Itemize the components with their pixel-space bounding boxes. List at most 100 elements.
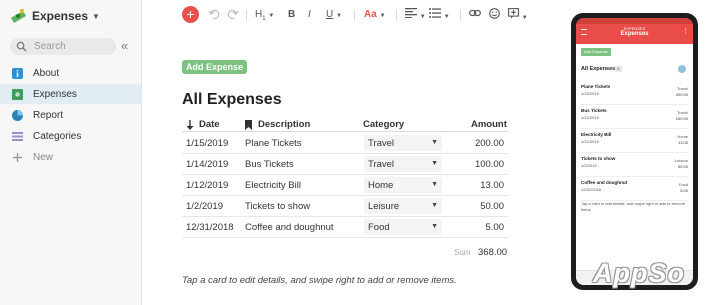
table-row[interactable]: 1/12/2019 Electricity Bill Home ▼ 13.00 (182, 174, 508, 196)
sidebar-item-label: New (33, 151, 54, 163)
category-value: Food (368, 222, 390, 233)
cell-description[interactable]: Coffee and doughnut (245, 222, 334, 233)
toolbar-divider (396, 10, 397, 21)
phone-add-expense-button[interactable]: Add Expense (581, 48, 611, 56)
count-badge: 5 (615, 66, 622, 72)
card-date: 1/2/2019 (581, 163, 597, 168)
caret-down-icon: ▼ (431, 181, 438, 188)
cell-date: 1/2/2019 (186, 201, 223, 212)
app-name: Expenses (32, 9, 89, 23)
cell-amount[interactable]: 50.00 (480, 201, 504, 212)
sidebar-item-categories[interactable]: Categories (0, 126, 141, 146)
collapse-sidebar-icon[interactable]: « (121, 39, 128, 53)
table-row[interactable]: 12/31/2018 Coffee and doughnut Food ▼ 5.0… (182, 216, 508, 238)
caret-down-icon: ▼ (431, 223, 438, 230)
cell-description[interactable]: Bus Tickets (245, 159, 294, 170)
add-row-button[interactable]: + (182, 6, 199, 23)
expense-card[interactable]: Bus Tickets 1/14/2019 Travel 100.00 (581, 105, 688, 129)
column-header-label: Date (199, 119, 220, 130)
redo-icon[interactable] (227, 8, 239, 25)
phone-list-title: All Expenses (581, 66, 616, 72)
undo-icon[interactable] (208, 8, 220, 25)
table-row[interactable]: 1/14/2019 Bus Tickets Travel ▼ 100.00 (182, 153, 508, 175)
column-header-date[interactable]: Date (186, 119, 220, 130)
cell-amount[interactable]: 200.00 (475, 138, 504, 149)
heading-dropdown[interactable]: H1 ▼ (255, 8, 274, 26)
info-icon (12, 67, 23, 79)
cell-description[interactable]: Plane Tickets (245, 138, 302, 149)
chevron-down-icon: ▼ (419, 14, 426, 20)
underline-label: U (326, 9, 334, 20)
table-row[interactable]: 1/15/2019 Plane Tickets Travel ▼ 200.00 (182, 132, 508, 154)
category-select[interactable]: Travel ▼ (364, 156, 442, 172)
expense-card[interactable]: Plane Tickets 1/15/2019 Travel 200.00 (581, 81, 688, 105)
align-dropdown[interactable]: ▼ (405, 8, 426, 24)
chevron-down-icon: ▼ (92, 11, 100, 21)
search-input[interactable]: Search (10, 38, 116, 55)
underline-button[interactable]: U ▼ (326, 8, 342, 23)
phone-status-bar (576, 18, 693, 24)
card-date: 12/31/2018 (581, 187, 602, 192)
column-header-description[interactable]: Description (245, 119, 310, 130)
card-date: 1/12/2019 (581, 139, 599, 144)
table-row[interactable]: 1/2/2019 Tickets to show Leisure ▼ 50.00 (182, 195, 508, 217)
align-left-icon (405, 8, 417, 18)
sidebar-item-about[interactable]: About (0, 63, 141, 83)
italic-button[interactable]: I (308, 8, 311, 22)
sum-value: 368.00 (478, 247, 508, 258)
cell-description[interactable]: Electricity Bill (245, 180, 301, 191)
add-expense-button[interactable]: Add Expense (182, 60, 247, 74)
card-description: Coffee and doughnut (581, 180, 628, 185)
card-category: Travel (677, 110, 688, 115)
caret-down-icon: ▼ (431, 139, 438, 146)
search-icon (16, 41, 27, 52)
card-description: Electricity Bill (581, 132, 612, 137)
sidebar-item-report[interactable]: Report (0, 105, 141, 125)
expense-card[interactable]: Tickets to show 1/2/2019 Leisure 50.00 (581, 153, 688, 177)
cell-amount[interactable]: 100.00 (475, 159, 504, 170)
card-amount: 200.00 (675, 92, 688, 97)
sidebar: Expenses ▼ Search « About Expenses Repor… (0, 0, 142, 305)
insert-dropdown[interactable]: ▼ (508, 8, 528, 25)
chevron-down-icon: ▼ (268, 13, 275, 19)
card-amount: 100.00 (675, 116, 688, 121)
add-icon[interactable] (678, 65, 686, 73)
category-select[interactable]: Food ▼ (364, 219, 442, 235)
list-dropdown[interactable]: ▼ (429, 8, 450, 24)
category-select[interactable]: Travel ▼ (364, 135, 442, 151)
font-style-dropdown[interactable]: Aa ▼ (364, 8, 386, 23)
list-icon (12, 131, 23, 141)
app-title-menu[interactable]: Expenses ▼ (10, 8, 100, 24)
category-select[interactable]: Home ▼ (364, 177, 442, 193)
bookmark-icon (245, 119, 252, 130)
money-icon (12, 88, 23, 100)
sidebar-item-new[interactable]: New (0, 147, 141, 167)
category-value: Travel (368, 138, 395, 149)
more-icon[interactable]: ⋮ (682, 27, 689, 35)
column-header-amount[interactable]: Amount (471, 119, 507, 130)
column-header-label: Amount (471, 119, 507, 130)
sidebar-item-label: Report (33, 109, 64, 121)
card-category: Food (678, 182, 688, 187)
card-date: 1/15/2019 (581, 91, 599, 96)
column-header-category[interactable]: Category (363, 119, 404, 130)
emoji-icon[interactable] (489, 8, 500, 24)
sidebar-item-label: About (33, 67, 60, 79)
cell-amount[interactable]: 5.00 (486, 222, 505, 233)
cell-amount[interactable]: 13.00 (480, 180, 504, 191)
chevron-down-icon: ▼ (521, 15, 528, 21)
category-value: Travel (368, 159, 395, 170)
toolbar-divider (460, 10, 461, 21)
expense-card[interactable]: Electricity Bill 1/12/2019 Home 13.00 (581, 129, 688, 153)
link-icon[interactable] (469, 8, 481, 23)
card-category: Travel (677, 86, 688, 91)
bold-button[interactable]: B (288, 8, 295, 22)
sidebar-item-expenses[interactable]: Expenses (0, 84, 141, 104)
category-select[interactable]: Leisure ▼ (364, 198, 442, 214)
plus-icon (13, 152, 22, 162)
heading-level: 1 (262, 16, 266, 22)
category-value: Home (368, 180, 394, 191)
expense-card[interactable]: Coffee and doughnut 12/31/2018 Food 5.00 (581, 177, 688, 201)
cell-description[interactable]: Tickets to show (245, 201, 310, 212)
card-date: 1/14/2019 (581, 115, 599, 120)
